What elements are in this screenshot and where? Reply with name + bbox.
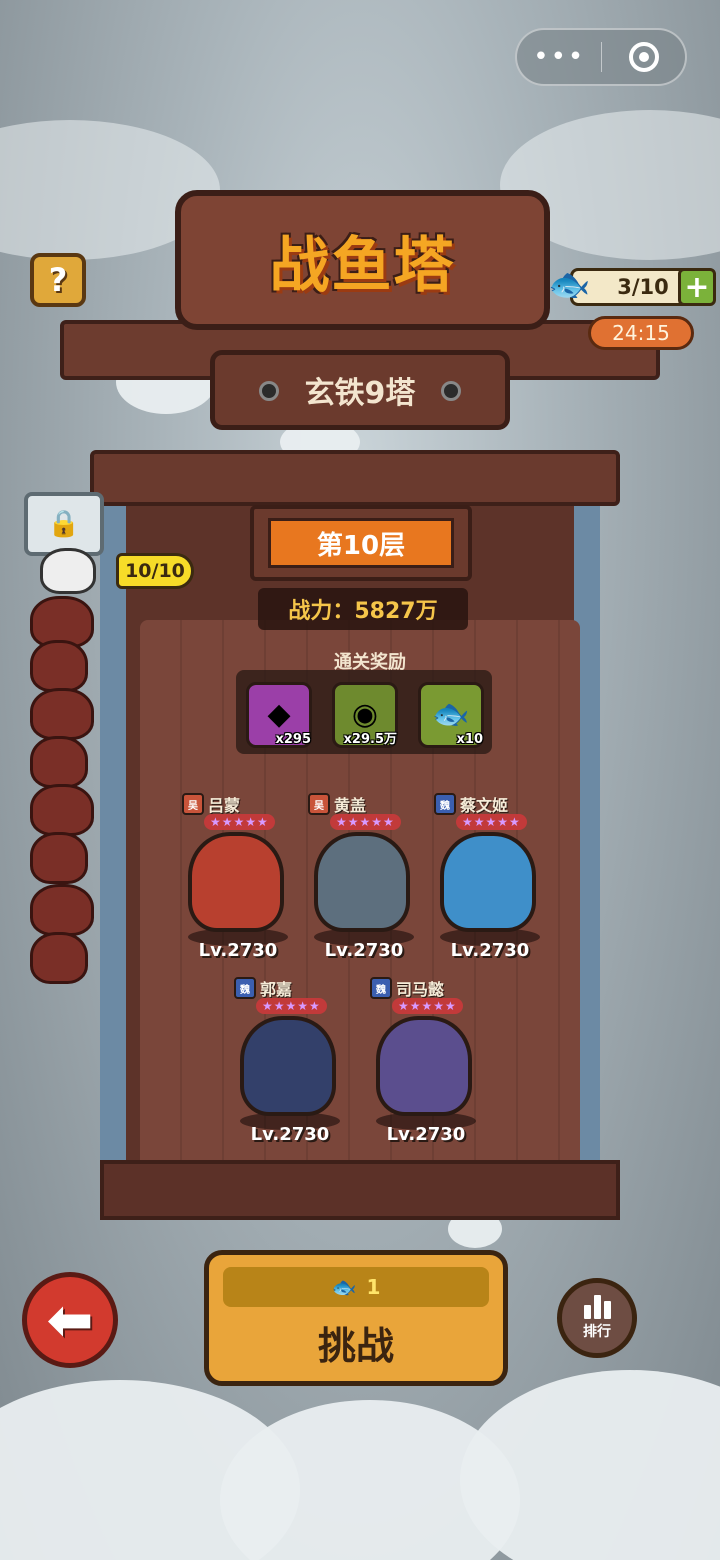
floor-progress: 10/10 bbox=[116, 553, 194, 589]
faction-badge: 吴 bbox=[182, 793, 204, 815]
tower-base bbox=[100, 1160, 620, 1220]
miniapp-capsule: ••• bbox=[515, 28, 687, 86]
hero-portrait bbox=[188, 832, 284, 932]
tower-beam bbox=[90, 450, 620, 506]
hero-name: 蔡文姬 bbox=[460, 796, 509, 815]
stamina-timer: 24:15 bbox=[588, 316, 694, 350]
faction-badge: 魏 bbox=[234, 977, 256, 999]
hero-level: Lv.2730 bbox=[198, 940, 278, 961]
faction-badge: 魏 bbox=[434, 793, 456, 815]
faction-badge: 吴 bbox=[308, 793, 330, 815]
hero-header: 吴 黄盖 bbox=[308, 792, 366, 816]
floor-label: 第10层 bbox=[268, 518, 454, 568]
lock-icon: 🔒 bbox=[24, 492, 104, 556]
skull-icon bbox=[30, 932, 88, 984]
floor-tag: 第10层 bbox=[250, 505, 472, 581]
reward-count: x29.5万 bbox=[343, 732, 397, 747]
rank-button[interactable]: 排行 bbox=[557, 1278, 637, 1358]
skull-icon bbox=[30, 736, 88, 788]
hero-card[interactable]: 吴 黄盖 ★★★★★ Lv.2730 bbox=[294, 792, 434, 962]
skull-icon bbox=[30, 784, 94, 836]
cost-value: 1 bbox=[366, 1275, 381, 1299]
combat-power: 战力：5827万 bbox=[258, 588, 468, 630]
skull-icon bbox=[30, 688, 94, 740]
more-icon[interactable]: ••• bbox=[517, 42, 601, 72]
star-rating: ★★★★★ bbox=[392, 998, 463, 1014]
target-icon bbox=[628, 42, 659, 72]
challenge-label: 挑战 bbox=[317, 1324, 394, 1368]
game-scene: 战鱼塔 玄铁9塔 第10层 战力：5827万 通关奖励 ◆ x295 ◉ x29… bbox=[0, 0, 720, 1560]
bolt-icon bbox=[259, 381, 279, 401]
tower-sign: 玄铁9塔 bbox=[210, 350, 510, 430]
fish-coin-icon: 🐟 bbox=[331, 1275, 357, 1299]
hero-name: 吕蒙 bbox=[208, 796, 241, 815]
star-rating: ★★★★★ bbox=[204, 814, 275, 830]
hero-name: 郭嘉 bbox=[260, 980, 293, 999]
fish-icon: 🐟 bbox=[432, 697, 470, 732]
hero-portrait bbox=[440, 832, 536, 932]
hero-card[interactable]: 魏 蔡文姬 ★★★★★ Lv.2730 bbox=[420, 792, 560, 962]
star-rating: ★★★★★ bbox=[330, 814, 401, 830]
hero-name: 黄盖 bbox=[334, 796, 367, 815]
hero-header: 魏 司马懿 bbox=[370, 976, 444, 1000]
close-button[interactable] bbox=[602, 42, 685, 72]
hero-header: 魏 蔡文姬 bbox=[434, 792, 508, 816]
add-stamina-button[interactable]: + bbox=[678, 268, 716, 306]
rank-label: 排行 bbox=[583, 1324, 611, 1340]
hero-portrait bbox=[314, 832, 410, 932]
hero-level: Lv.2730 bbox=[324, 940, 404, 961]
hero-header: 吴 吕蒙 bbox=[182, 792, 240, 816]
bar-chart-icon bbox=[583, 1295, 611, 1319]
reward-crystal[interactable]: ◆ x295 bbox=[246, 682, 312, 748]
challenge-button[interactable]: 🐟 1 挑战 bbox=[204, 1250, 508, 1386]
skull-icon bbox=[30, 832, 88, 884]
hero-name: 司马懿 bbox=[396, 980, 445, 999]
help-button[interactable]: ? bbox=[30, 253, 86, 307]
title-board: 战鱼塔 bbox=[175, 190, 550, 330]
reward-fish[interactable]: 🐟 x10 bbox=[418, 682, 484, 748]
hero-card[interactable]: 魏 郭嘉 ★★★★★ Lv.2730 bbox=[220, 976, 360, 1146]
game-title: 战鱼塔 bbox=[269, 230, 456, 301]
hero-level: Lv.2730 bbox=[386, 1124, 466, 1145]
skull-icon-current bbox=[40, 548, 96, 594]
hero-level: Lv.2730 bbox=[450, 940, 530, 961]
hero-level: Lv.2730 bbox=[250, 1124, 330, 1145]
star-rating: ★★★★★ bbox=[256, 998, 327, 1014]
hero-header: 魏 郭嘉 bbox=[234, 976, 292, 1000]
star-rating: ★★★★★ bbox=[456, 814, 527, 830]
reward-coin[interactable]: ◉ x29.5万 bbox=[332, 682, 398, 748]
crystal-icon: ◆ bbox=[267, 697, 291, 732]
skull-icon bbox=[30, 884, 94, 936]
bolt-icon bbox=[441, 381, 461, 401]
hero-card[interactable]: 魏 司马懿 ★★★★★ Lv.2730 bbox=[356, 976, 496, 1146]
hero-card[interactable]: 吴 吕蒙 ★★★★★ Lv.2730 bbox=[168, 792, 308, 962]
back-button[interactable]: ⬅ bbox=[22, 1272, 118, 1368]
cloud bbox=[460, 1370, 720, 1560]
faction-badge: 魏 bbox=[370, 977, 392, 999]
challenge-cost: 🐟 1 bbox=[223, 1267, 489, 1307]
fish-coin-icon: 🐟 bbox=[548, 265, 591, 305]
tower-name: 玄铁9塔 bbox=[304, 376, 416, 411]
hero-portrait bbox=[240, 1016, 336, 1116]
coin-icon: ◉ bbox=[351, 697, 379, 732]
hero-portrait bbox=[376, 1016, 472, 1116]
skull-icon bbox=[30, 640, 88, 692]
reward-count: x10 bbox=[456, 732, 483, 747]
reward-count: x295 bbox=[275, 732, 311, 747]
